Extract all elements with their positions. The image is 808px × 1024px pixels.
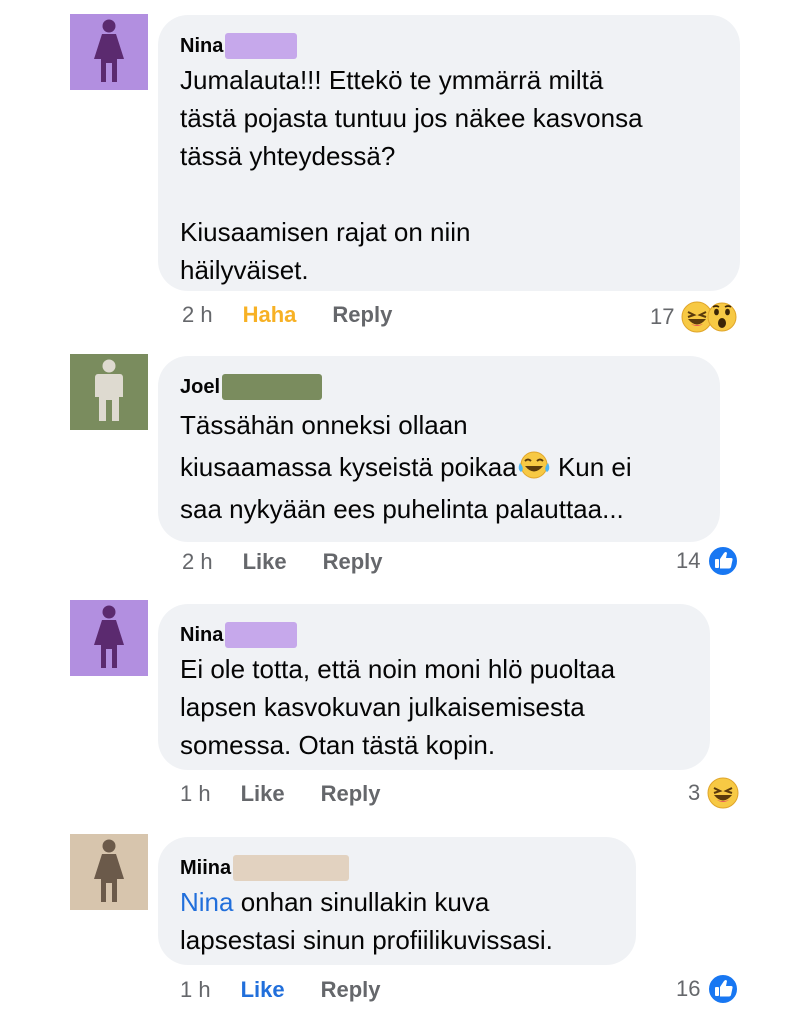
like-button[interactable]: Like [241,781,285,807]
avatar[interactable] [70,354,148,430]
reply-button[interactable]: Reply [321,977,381,1003]
like-button[interactable]: Like [241,977,285,1003]
comment-text: lapsen kasvokuvan julkaisemisesta [180,692,585,722]
reply-button[interactable]: Reply [323,549,383,575]
like-button[interactable]: Like [243,549,287,575]
author-name[interactable]: Joel [180,376,220,399]
author-name[interactable]: Miina [180,857,231,880]
timestamp[interactable]: 2 h [182,549,213,575]
male-silhouette-icon [95,359,123,421]
like-thumb-icon [707,545,740,577]
like-thumb-icon [707,973,740,1005]
comment-text: saa nykyään ees puhelinta palauttaa... [180,494,624,524]
comment-text: tässä yhteydessä? [180,141,396,171]
wow-emoji-icon [707,302,737,332]
haha-emoji-icon [707,777,739,809]
comment-text: Tässähän onneksi ollaan [180,410,468,440]
reaction-summary[interactable]: 14 [676,544,740,578]
author-name[interactable]: Nina [180,624,223,647]
avatar[interactable] [70,14,148,90]
redacted-name-bar [222,374,323,400]
author-name[interactable]: Nina [180,35,223,58]
comment-bubble: Miina Nina onhan sinullakin kuva lapsest… [158,837,636,965]
comment-text: Kiusaamisen rajat on niin [180,217,471,247]
female-silhouette-icon [94,839,124,902]
comment-bubble: Nina Ei ole totta, että noin moni hlö pu… [158,604,710,770]
comment-text: kiusaamassa kyseistä poikaa [180,452,517,482]
comment-text: onhan sinullakin kuva [233,887,490,917]
comment-text-line: kiusaamassa kyseistä poikaa Kun ei [180,446,698,488]
comment-text: lapsestasi sinun profiilikuvissasi. [180,925,553,955]
female-silhouette-icon [94,605,124,668]
redacted-name-bar [233,855,350,881]
comment-actions: 1 h Like Reply [180,781,417,807]
timestamp[interactable]: 1 h [180,977,211,1003]
mention-link[interactable]: Nina [180,887,233,917]
reply-button[interactable]: Reply [332,302,392,328]
avatar[interactable] [70,600,148,676]
timestamp[interactable]: 2 h [182,302,213,328]
comment-text: Ei ole totta, että noin moni hlö puoltaa [180,654,616,684]
comment-actions: 2 h Haha Reply [182,302,428,328]
comment-text: somessa. Otan tästä kopin. [180,730,496,760]
comment-text-blank [180,175,718,213]
reaction-summary[interactable]: 16 [676,972,740,1006]
laughing-tears-emoji-icon [518,451,550,479]
female-silhouette-icon [94,19,124,82]
reaction-summary[interactable]: 17 [650,300,738,334]
comment-actions: 2 h Like Reply [182,549,419,575]
comment-text-line: Nina onhan sinullakin kuva [180,883,614,921]
comment-actions: 1 h Like Reply [180,977,417,1003]
redacted-name-bar [225,622,298,648]
comment-text: tästä pojasta tuntuu jos näkee kasvonsa [180,103,643,133]
reply-button[interactable]: Reply [321,781,381,807]
avatar[interactable] [70,834,148,910]
comment-text: Jumalauta!!! Ettekö te ymmärrä miltä [180,65,604,95]
haha-reaction-button[interactable]: Haha [243,302,297,328]
comment-text: Kun ei [550,452,632,482]
reaction-count: 17 [650,304,675,329]
comment-text: häilyväiset. [180,255,309,285]
comment-bubble: Nina Jumalauta!!! Ettekö te ymmärrä milt… [158,15,740,291]
reaction-count: 14 [676,548,701,573]
reaction-count: 3 [688,780,701,805]
redacted-name-bar [225,33,298,59]
timestamp[interactable]: 1 h [180,781,211,807]
reaction-count: 16 [676,976,701,1001]
comment-bubble: Joel Tässähän onneksi ollaan kiusaamassa… [158,356,720,542]
reaction-summary[interactable]: 3 [688,776,740,810]
